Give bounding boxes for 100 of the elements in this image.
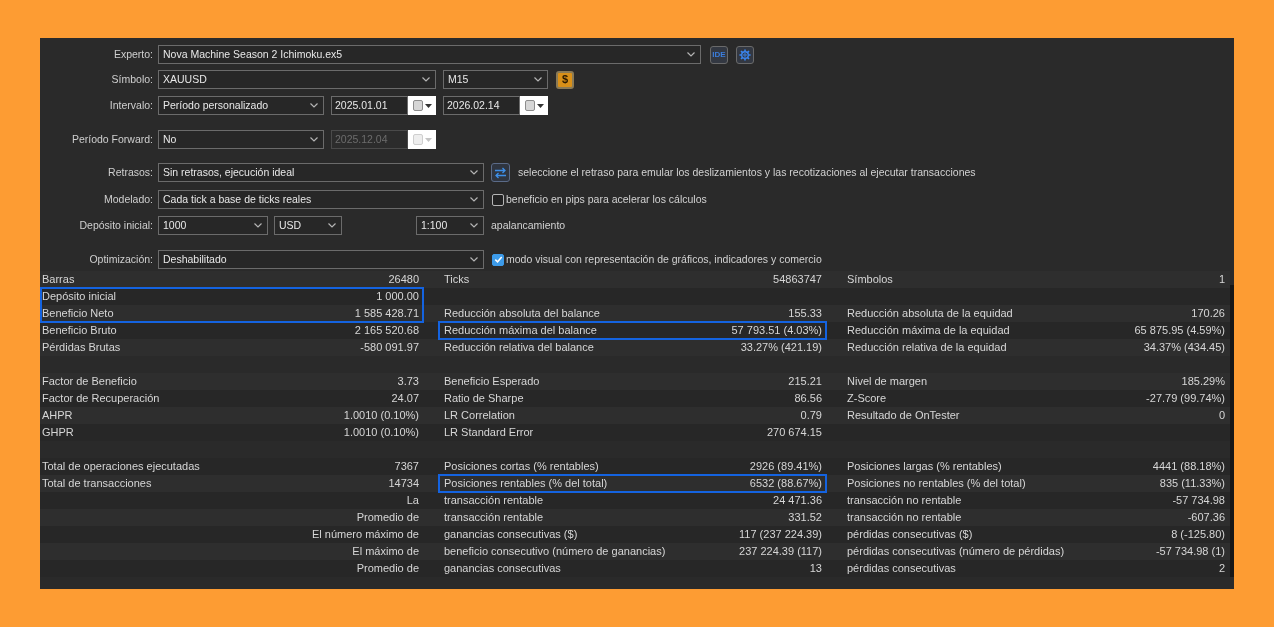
stat-label: Reducción máxima del balance xyxy=(444,323,597,339)
dropdown[interactable]: 1:100 xyxy=(416,216,484,235)
stat-value: 835 (11.33%) xyxy=(1159,476,1225,492)
field-hint: seleccione el retraso para emular los deslizamientos y las recotizaciones al ejecutar transacciones xyxy=(518,164,976,180)
stat-value: 65 875.95 (4.59%) xyxy=(1134,323,1225,339)
stat-label: LR Standard Error xyxy=(444,425,534,441)
dropdown[interactable]: Período personalizado xyxy=(158,96,324,115)
checkbox-label: beneficio en pips para acelerar los cálculos xyxy=(506,191,707,207)
stat-value: 185.29% xyxy=(1181,374,1225,390)
dropdown[interactable]: M15 xyxy=(443,70,548,89)
dropdown[interactable]: USD xyxy=(274,216,342,235)
field-label: Experto: xyxy=(112,46,153,62)
stat-value: 1 585 428.71 xyxy=(354,306,419,322)
stat-label: Z-Score xyxy=(847,391,887,407)
chevron-down-icon xyxy=(470,257,478,262)
field-label: Depósito inicial: xyxy=(78,217,153,233)
dropdown[interactable]: Cada tick a base de ticks reales xyxy=(158,190,484,209)
stat-label: Ratio de Sharpe xyxy=(444,391,524,407)
stat-value: 237 224.39 (117) xyxy=(739,544,822,560)
chevron-down-icon xyxy=(470,223,478,228)
date-field[interactable]: 2026.02.14 xyxy=(443,96,520,115)
stat-label: transacción no rentable xyxy=(847,493,962,509)
field-label: Intervalo: xyxy=(108,97,153,113)
stat-value: 0.79 xyxy=(800,408,822,424)
stat-label: pérdidas consecutivas (número de pérdidas) xyxy=(847,544,1065,560)
calendar-button[interactable] xyxy=(408,96,436,115)
stat-label: ganancias consecutivas ($) xyxy=(444,527,578,543)
stat-label: Reducción absoluta del balance xyxy=(444,306,600,322)
calendar-icon xyxy=(524,100,535,111)
stat-value: 4441 (88.18%) xyxy=(1152,459,1225,475)
stat-label: LR Correlation xyxy=(444,408,515,424)
stat-label: pérdidas consecutivas xyxy=(847,561,956,577)
stat-label: ganancias consecutivas xyxy=(444,561,561,577)
gear-icon xyxy=(739,48,751,61)
stat-label: Beneficio Bruto xyxy=(42,323,117,339)
stat-value: 54863747 xyxy=(773,272,822,288)
stat-label: transacción no rentable xyxy=(847,510,962,526)
stat-label: beneficio consecutivo (número de ganancias) xyxy=(444,544,666,560)
arrows-button[interactable] xyxy=(491,163,510,182)
stat-value: El número máximo de xyxy=(312,527,419,543)
stat-label: Reducción absoluta de la equidad xyxy=(847,306,1013,322)
stat-value: 34.37% (434.45) xyxy=(1143,340,1225,356)
stat-label: Reducción relativa del balance xyxy=(444,340,594,356)
stat-label: Posiciones cortas (% rentables) xyxy=(444,459,599,475)
stat-value: 8 (-125.80) xyxy=(1171,527,1225,543)
dropdown[interactable]: Deshabilitado xyxy=(158,250,484,269)
chevron-down-icon xyxy=(254,223,262,228)
stat-label: Ticks xyxy=(444,272,470,288)
calendar-button[interactable] xyxy=(520,96,548,115)
stat-label: Nivel de margen xyxy=(847,374,928,390)
chevron-down-icon xyxy=(422,77,430,82)
stat-value: 2926 (89.41%) xyxy=(749,459,822,475)
stat-value: 26480 xyxy=(388,272,419,288)
checkbox[interactable] xyxy=(492,193,504,206)
settings-button[interactable] xyxy=(736,45,754,64)
currency-button[interactable]: $ xyxy=(556,70,574,89)
stat-label: Beneficio Esperado xyxy=(444,374,540,390)
stat-value: 2 165 520.68 xyxy=(354,323,419,339)
stat-label: GHPR xyxy=(42,425,74,441)
dropdown[interactable]: XAUUSD xyxy=(158,70,436,89)
stat-label: Beneficio Neto xyxy=(42,306,114,322)
field-label: Período Forward: xyxy=(70,131,153,147)
stat-label: Reducción relativa de la equidad xyxy=(847,340,1007,356)
stat-value: 170.26 xyxy=(1191,306,1225,322)
stat-label: Símbolos xyxy=(847,272,893,288)
caret-icon xyxy=(536,103,544,108)
stat-label: transacción rentable xyxy=(444,493,544,509)
date-field[interactable]: 2025.01.01 xyxy=(331,96,408,115)
stat-value: La xyxy=(406,493,419,509)
caret-icon xyxy=(424,103,432,108)
chevron-down-icon xyxy=(310,137,318,142)
stat-value: 33.27% (421.19) xyxy=(740,340,822,356)
stat-value: 1 000.00 xyxy=(376,289,419,305)
stat-value: 270 674.15 xyxy=(766,425,822,441)
stat-value: 1.0010 (0.10%) xyxy=(343,425,419,441)
stat-label: Depósito inicial xyxy=(42,289,116,305)
stat-value: El máximo de xyxy=(352,544,419,560)
stat-value: Promedio de xyxy=(356,561,419,577)
stat-value: Promedio de xyxy=(356,510,419,526)
stat-value: 117 (237 224.39) xyxy=(739,527,822,543)
stat-value: 6532 (88.67%) xyxy=(749,476,822,492)
calendar-icon xyxy=(412,134,423,145)
calendar-icon xyxy=(412,100,423,111)
scrollbar[interactable] xyxy=(1230,285,1234,577)
stat-label: Total de operaciones ejecutadas xyxy=(42,459,200,475)
stat-value: -580 091.97 xyxy=(360,340,419,356)
stat-value: 7367 xyxy=(394,459,419,475)
chevron-down-icon xyxy=(328,223,336,228)
stat-value: 1 xyxy=(1218,272,1225,288)
dropdown[interactable]: No xyxy=(158,130,324,149)
dropdown[interactable]: Sin retrasos, ejecución ideal xyxy=(158,163,484,182)
dropdown[interactable]: Nova Machine Season 2 Ichimoku.ex5 xyxy=(158,45,701,64)
stat-value: 24.07 xyxy=(391,391,419,407)
dropdown[interactable]: 1000 xyxy=(158,216,268,235)
stat-value: 1.0010 (0.10%) xyxy=(343,408,419,424)
stat-label: Factor de Beneficio xyxy=(42,374,137,390)
checkbox[interactable] xyxy=(492,253,504,266)
stat-label: Resultado de OnTester xyxy=(847,408,960,424)
stat-value: 3.73 xyxy=(397,374,419,390)
stat-value: 331.52 xyxy=(788,510,822,526)
